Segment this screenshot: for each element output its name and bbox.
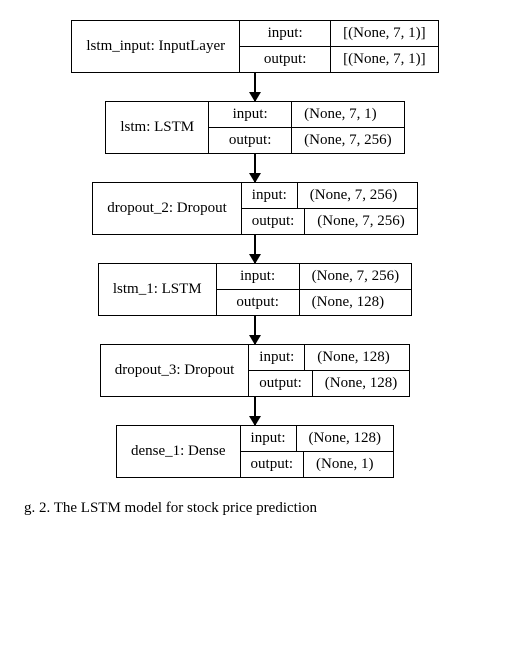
layer-node-lstm-1: lstm_1: LSTM input: (None, 7, 256) outpu… (98, 263, 412, 316)
output-value: (None, 7, 256) (292, 128, 403, 153)
layer-io: input: (None, 7, 256) output: (None, 7, … (242, 183, 417, 234)
figure-caption: g. 2. The LSTM model for stock price pre… (20, 500, 494, 517)
layer-output-row: output: (None, 128) (249, 371, 409, 396)
layer-io: input: (None, 7, 1) output: (None, 7, 25… (209, 102, 403, 153)
model-diagram: lstm_input: InputLayer input: [(None, 7,… (20, 20, 490, 478)
layer-input-row: input: [(None, 7, 1)] (240, 21, 437, 47)
layer-io: input: (None, 7, 256) output: (None, 128… (217, 264, 411, 315)
layer-output-row: output: (None, 7, 256) (209, 128, 403, 153)
output-label: output: (241, 452, 305, 477)
input-label: input: (209, 102, 292, 127)
layer-io: input: (None, 128) output: (None, 1) (241, 426, 394, 477)
output-value: (None, 128) (300, 290, 396, 315)
layer-name: lstm_input: InputLayer (72, 21, 240, 72)
layer-node-lstm-input: lstm_input: InputLayer input: [(None, 7,… (71, 20, 438, 73)
layer-name: dropout_3: Dropout (101, 345, 250, 396)
output-label: output: (209, 128, 292, 153)
output-value: [(None, 7, 1)] (331, 47, 437, 72)
output-value: (None, 1) (304, 452, 385, 477)
input-value: (None, 128) (305, 345, 401, 370)
input-label: input: (242, 183, 298, 208)
input-value: [(None, 7, 1)] (331, 21, 437, 46)
arrow-icon (254, 397, 256, 425)
arrow-icon (254, 73, 256, 101)
layer-input-row: input: (None, 7, 256) (242, 183, 417, 209)
arrow-icon (254, 235, 256, 263)
layer-name: lstm: LSTM (106, 102, 209, 153)
layer-name: lstm_1: LSTM (99, 264, 217, 315)
layer-node-dropout-3: dropout_3: Dropout input: (None, 128) ou… (100, 344, 411, 397)
input-label: input: (241, 426, 297, 451)
input-label: input: (249, 345, 305, 370)
layer-io: input: [(None, 7, 1)] output: [(None, 7,… (240, 21, 437, 72)
layer-output-row: output: [(None, 7, 1)] (240, 47, 437, 72)
input-value: (None, 7, 1) (292, 102, 388, 127)
output-value: (None, 128) (313, 371, 409, 396)
arrow-icon (254, 316, 256, 344)
layer-node-dense-1: dense_1: Dense input: (None, 128) output… (116, 425, 394, 478)
layer-input-row: input: (None, 128) (249, 345, 409, 371)
layer-output-row: output: (None, 128) (217, 290, 411, 315)
layer-node-lstm: lstm: LSTM input: (None, 7, 1) output: (… (105, 101, 404, 154)
output-label: output: (242, 209, 306, 234)
input-value: (None, 7, 256) (298, 183, 409, 208)
layer-input-row: input: (None, 128) (241, 426, 394, 452)
layer-output-row: output: (None, 1) (241, 452, 394, 477)
input-value: (None, 7, 256) (300, 264, 411, 289)
layer-node-dropout-2: dropout_2: Dropout input: (None, 7, 256)… (92, 182, 418, 235)
layer-name: dense_1: Dense (117, 426, 241, 477)
layer-name: dropout_2: Dropout (93, 183, 242, 234)
input-label: input: (217, 264, 300, 289)
output-label: output: (249, 371, 313, 396)
layer-input-row: input: (None, 7, 1) (209, 102, 403, 128)
layer-input-row: input: (None, 7, 256) (217, 264, 411, 290)
input-label: input: (240, 21, 331, 46)
input-value: (None, 128) (297, 426, 393, 451)
output-value: (None, 7, 256) (305, 209, 416, 234)
layer-output-row: output: (None, 7, 256) (242, 209, 417, 234)
output-label: output: (240, 47, 331, 72)
output-label: output: (217, 290, 300, 315)
layer-io: input: (None, 128) output: (None, 128) (249, 345, 409, 396)
arrow-icon (254, 154, 256, 182)
